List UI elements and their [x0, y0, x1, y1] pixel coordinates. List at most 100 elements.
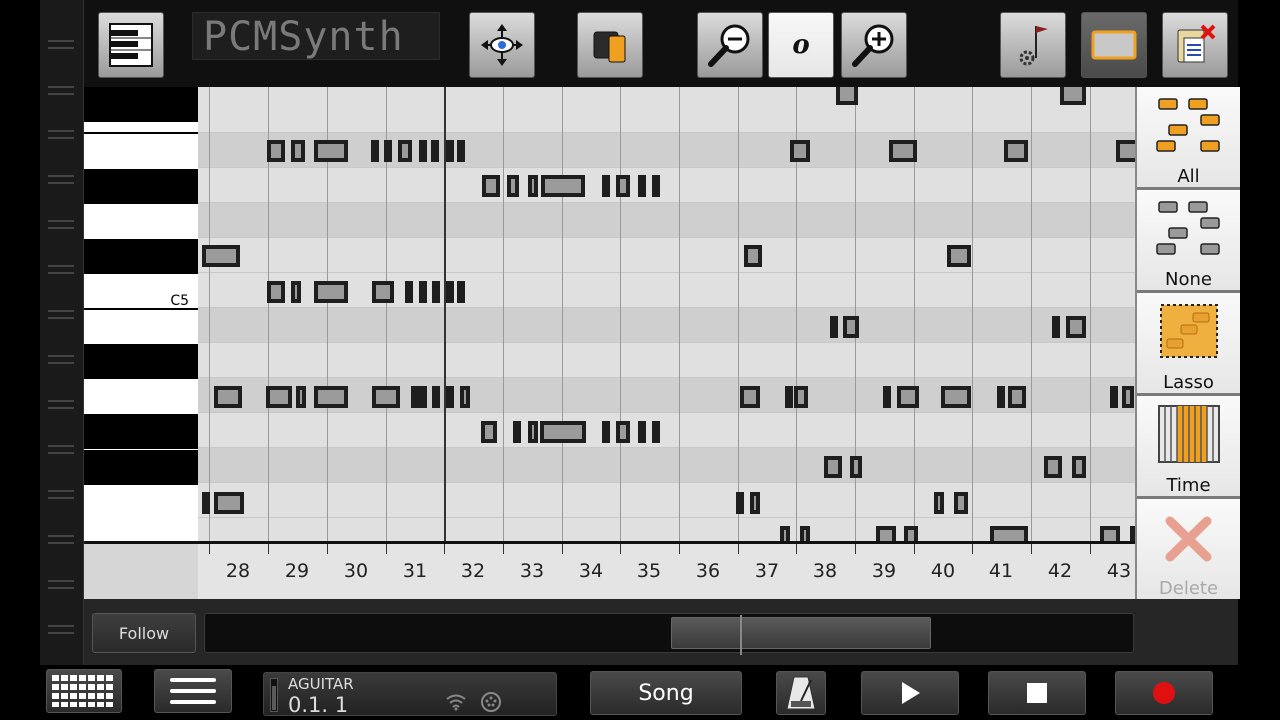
note-row[interactable] — [198, 483, 1135, 518]
select-all-button[interactable]: All — [1137, 87, 1240, 190]
midi-note[interactable] — [411, 386, 419, 408]
midi-note[interactable] — [602, 175, 610, 197]
midi-note[interactable] — [830, 316, 838, 338]
midi-note[interactable] — [1116, 140, 1135, 162]
midi-note[interactable] — [267, 281, 285, 303]
midi-note[interactable] — [202, 492, 210, 514]
midi-note[interactable] — [602, 421, 610, 443]
lasso-select-button[interactable]: Lasso — [1137, 293, 1240, 396]
scrollbar-thumb[interactable] — [671, 615, 931, 655]
midi-note[interactable] — [736, 492, 744, 514]
midi-note[interactable] — [740, 386, 760, 408]
midi-note[interactable] — [941, 386, 971, 408]
midi-note[interactable] — [372, 386, 400, 408]
midi-note[interactable] — [652, 175, 660, 197]
piano-black-key[interactable] — [84, 169, 198, 204]
stop-button[interactable] — [988, 671, 1086, 715]
midi-note[interactable] — [744, 245, 762, 267]
zoom-out-button[interactable] — [697, 12, 763, 78]
note-row[interactable] — [198, 343, 1135, 378]
note-row[interactable] — [198, 308, 1135, 343]
midi-note[interactable] — [889, 140, 917, 162]
note-row[interactable] — [198, 98, 1135, 133]
midi-note[interactable] — [432, 281, 440, 303]
midi-note[interactable] — [214, 492, 244, 514]
midi-note[interactable] — [1072, 456, 1086, 478]
midi-note[interactable] — [314, 281, 348, 303]
piano-black-key[interactable] — [84, 239, 198, 274]
keyboard-mode-button[interactable] — [98, 12, 164, 78]
midi-note[interactable] — [507, 175, 519, 197]
midi-note[interactable] — [419, 281, 427, 303]
midi-note[interactable] — [431, 140, 439, 162]
move-view-button[interactable] — [469, 12, 535, 78]
copy-button[interactable] — [577, 12, 643, 78]
song-mode-button[interactable]: Song — [590, 671, 742, 715]
piano-black-key[interactable] — [84, 344, 198, 379]
midi-note[interactable] — [202, 245, 240, 267]
midi-note[interactable] — [460, 386, 470, 408]
midi-note[interactable] — [616, 421, 630, 443]
midi-note[interactable] — [372, 281, 394, 303]
midi-note[interactable] — [482, 175, 500, 197]
midi-note[interactable] — [513, 421, 521, 443]
midi-note[interactable] — [1066, 316, 1086, 338]
select-none-button[interactable]: None — [1137, 190, 1240, 293]
midi-note[interactable] — [785, 386, 793, 408]
midi-note[interactable] — [267, 140, 285, 162]
midi-note[interactable] — [638, 175, 646, 197]
select-rect-button[interactable] — [1081, 12, 1147, 78]
zoom-in-button[interactable] — [841, 12, 907, 78]
midi-note[interactable] — [541, 175, 585, 197]
note-row[interactable] — [198, 413, 1135, 448]
midi-note[interactable] — [398, 140, 412, 162]
clipboard-clear-button[interactable] — [1162, 12, 1228, 78]
midi-note[interactable] — [1110, 386, 1118, 408]
play-button[interactable] — [861, 671, 959, 715]
midi-note[interactable] — [790, 140, 810, 162]
midi-note[interactable] — [371, 140, 379, 162]
record-button[interactable] — [1115, 671, 1213, 715]
midi-note[interactable] — [528, 175, 538, 197]
piano-black-key[interactable] — [84, 450, 198, 485]
midi-note[interactable] — [1060, 87, 1086, 105]
midi-note[interactable] — [1008, 386, 1026, 408]
midi-note[interactable] — [750, 492, 760, 514]
midi-note[interactable] — [954, 492, 968, 514]
piano-black-key[interactable] — [84, 87, 198, 122]
midi-note[interactable] — [291, 281, 301, 303]
midi-note[interactable] — [266, 386, 292, 408]
midi-note[interactable] — [419, 386, 427, 408]
note-length-button[interactable]: o — [768, 12, 834, 78]
track-settings-button[interactable] — [1000, 12, 1066, 78]
midi-note[interactable] — [446, 281, 454, 303]
midi-note[interactable] — [457, 140, 465, 162]
grid-menu-button[interactable] — [46, 669, 122, 713]
midi-note[interactable] — [446, 140, 454, 162]
midi-note[interactable] — [314, 386, 348, 408]
midi-note[interactable] — [997, 386, 1005, 408]
bar-timeline[interactable]: 28 29 30 31 32 33 34 35 36 37 38 39 40 41 42 43 — [84, 541, 1135, 599]
note-row[interactable] — [198, 168, 1135, 203]
piano-black-key[interactable] — [84, 414, 198, 449]
midi-note[interactable] — [1004, 140, 1028, 162]
midi-note[interactable] — [897, 386, 919, 408]
midi-note[interactable] — [616, 175, 630, 197]
note-row[interactable] — [198, 238, 1135, 273]
midi-note[interactable] — [419, 140, 427, 162]
follow-button[interactable]: Follow — [92, 613, 196, 653]
midi-note[interactable] — [457, 281, 465, 303]
time-select-button[interactable]: Time — [1137, 396, 1240, 499]
midi-note[interactable] — [947, 245, 971, 267]
metronome-button[interactable] — [776, 671, 826, 715]
note-row[interactable] — [198, 448, 1135, 483]
midi-note[interactable] — [314, 140, 348, 162]
midi-note[interactable] — [432, 386, 440, 408]
midi-note[interactable] — [850, 456, 862, 478]
midi-note[interactable] — [296, 386, 306, 408]
midi-note[interactable] — [794, 386, 808, 408]
midi-note[interactable] — [528, 421, 538, 443]
note-row[interactable] — [198, 203, 1135, 238]
midi-note[interactable] — [446, 386, 454, 408]
midi-note[interactable] — [405, 281, 413, 303]
